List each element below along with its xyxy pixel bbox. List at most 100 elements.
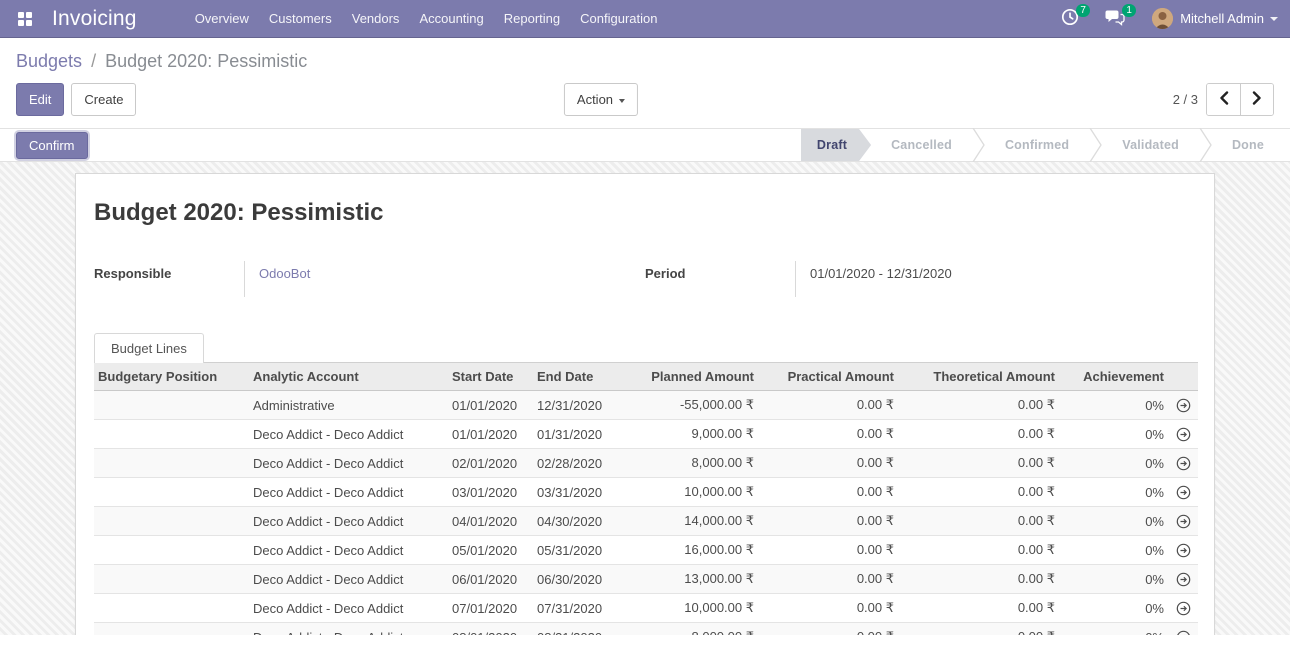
table-row[interactable]: Deco Addict - Deco Addict07/01/202007/31… — [94, 594, 1198, 623]
open-record-arrow-icon[interactable] — [1168, 478, 1198, 507]
cell-budgetary-position — [94, 507, 249, 536]
cell-planned-amount: -55,000.00 ₹ — [618, 391, 758, 420]
open-record-arrow-icon[interactable] — [1168, 623, 1198, 636]
nav-item-overview[interactable]: Overview — [185, 0, 259, 38]
top-navbar: Invoicing OverviewCustomersVendorsAccoun… — [0, 0, 1290, 38]
apps-menu-button[interactable] — [8, 0, 42, 38]
message-count-badge: 1 — [1122, 4, 1136, 17]
tab-budget-lines[interactable]: Budget Lines — [94, 333, 204, 363]
nav-item-reporting[interactable]: Reporting — [494, 0, 570, 38]
status-step-cancelled[interactable]: Cancelled — [871, 129, 972, 161]
cell-theoretical-amount: 0.00 ₹ — [898, 449, 1059, 478]
cell-budgetary-position — [94, 449, 249, 478]
col-header-planned-amount[interactable]: Planned Amount — [618, 363, 758, 391]
nav-item-accounting[interactable]: Accounting — [409, 0, 493, 38]
cell-start-date: 04/01/2020 — [448, 507, 533, 536]
statusbar-steps: DraftCancelled Confirmed Validated Done — [801, 129, 1290, 161]
cell-achievement: 0% — [1059, 449, 1168, 478]
table-row[interactable]: Deco Addict - Deco Addict04/01/202004/30… — [94, 507, 1198, 536]
field-grid: Responsible OdooBot Period 01/01/2020 - … — [94, 261, 1196, 297]
pager-value: 2 / 3 — [1173, 92, 1198, 107]
cell-start-date: 06/01/2020 — [448, 565, 533, 594]
control-panel-buttons: Edit Create Action 2 / 3 — [16, 83, 1274, 116]
col-header-analytic-account[interactable]: Analytic Account — [249, 363, 448, 391]
nav-item-customers[interactable]: Customers — [259, 0, 342, 38]
chevron-down-icon — [619, 99, 625, 103]
cell-planned-amount: 13,000.00 ₹ — [618, 565, 758, 594]
table-row[interactable]: Deco Addict - Deco Addict05/01/202005/31… — [94, 536, 1198, 565]
activities-button[interactable]: 7 — [1048, 0, 1092, 38]
cell-theoretical-amount: 0.00 ₹ — [898, 420, 1059, 449]
responsible-value-link[interactable]: OdooBot — [244, 261, 444, 297]
cell-practical-amount: 0.00 ₹ — [758, 420, 898, 449]
app-brand: Invoicing — [52, 7, 137, 31]
cell-analytic-account: Deco Addict - Deco Addict — [249, 507, 448, 536]
cell-budgetary-position — [94, 478, 249, 507]
edit-button[interactable]: Edit — [16, 83, 64, 116]
table-row[interactable]: Deco Addict - Deco Addict06/01/202006/30… — [94, 565, 1198, 594]
status-step-draft[interactable]: Draft — [801, 129, 871, 161]
col-header-theoretical-amount[interactable]: Theoretical Amount — [898, 363, 1059, 391]
period-value: 01/01/2020 - 12/31/2020 — [795, 261, 995, 297]
pager-next-button[interactable] — [1240, 84, 1273, 115]
record-title: Budget 2020: Pessimistic — [94, 199, 1196, 227]
breadcrumb-budgets-link[interactable]: Budgets — [16, 51, 82, 71]
table-row[interactable]: Deco Addict - Deco Addict02/01/202002/28… — [94, 449, 1198, 478]
col-header-end-date[interactable]: End Date — [533, 363, 618, 391]
cell-achievement: 0% — [1059, 565, 1168, 594]
col-header-achievement[interactable]: Achievement — [1059, 363, 1168, 391]
messages-button[interactable]: 1 — [1092, 0, 1138, 38]
open-record-arrow-icon[interactable] — [1168, 420, 1198, 449]
table-row[interactable]: Deco Addict - Deco Addict01/01/202001/31… — [94, 420, 1198, 449]
open-record-arrow-icon[interactable] — [1168, 391, 1198, 420]
cell-theoretical-amount: 0.00 ₹ — [898, 536, 1059, 565]
statusbar: Confirm DraftCancelled Confirmed Validated… — [0, 128, 1290, 162]
open-record-arrow-icon[interactable] — [1168, 507, 1198, 536]
col-header-start-date[interactable]: Start Date — [448, 363, 533, 391]
user-avatar — [1152, 8, 1173, 29]
cell-budgetary-position — [94, 391, 249, 420]
user-menu[interactable]: Mitchell Admin — [1152, 8, 1278, 29]
table-row[interactable]: Deco Addict - Deco Addict08/01/202008/31… — [94, 623, 1198, 636]
activity-count-badge: 7 — [1076, 4, 1090, 17]
nav-item-configuration[interactable]: Configuration — [570, 0, 667, 38]
cell-analytic-account: Administrative — [249, 391, 448, 420]
user-name: Mitchell Admin — [1180, 11, 1264, 26]
confirm-button[interactable]: Confirm — [16, 132, 88, 159]
cell-theoretical-amount: 0.00 ₹ — [898, 478, 1059, 507]
open-record-arrow-icon[interactable] — [1168, 536, 1198, 565]
cell-analytic-account: Deco Addict - Deco Addict — [249, 565, 448, 594]
pager-previous-button[interactable] — [1207, 84, 1240, 115]
cell-budgetary-position — [94, 536, 249, 565]
table-row[interactable]: Deco Addict - Deco Addict03/01/202003/31… — [94, 478, 1198, 507]
status-step-done[interactable]: Done — [1212, 129, 1284, 161]
cell-planned-amount: 14,000.00 ₹ — [618, 507, 758, 536]
cell-end-date: 08/31/2020 — [533, 623, 618, 636]
col-header-budgetary-position[interactable]: Budgetary Position — [94, 363, 249, 391]
open-record-arrow-icon[interactable] — [1168, 565, 1198, 594]
col-header-icon — [1168, 363, 1198, 391]
cell-achievement: 0% — [1059, 478, 1168, 507]
col-header-practical-amount[interactable]: Practical Amount — [758, 363, 898, 391]
cell-practical-amount: 0.00 ₹ — [758, 623, 898, 636]
budget-lines-table: Budgetary Position Analytic Account Star… — [94, 362, 1198, 635]
action-dropdown-button[interactable]: Action — [564, 83, 638, 116]
cell-planned-amount: 8,000.00 ₹ — [618, 449, 758, 478]
create-button[interactable]: Create — [71, 83, 136, 116]
open-record-arrow-icon[interactable] — [1168, 449, 1198, 478]
step-separator-icon — [1089, 129, 1102, 161]
step-separator-icon — [1199, 129, 1212, 161]
responsible-label: Responsible — [94, 261, 244, 297]
breadcrumb-separator: / — [91, 51, 96, 71]
open-record-arrow-icon[interactable] — [1168, 594, 1198, 623]
cell-end-date: 06/30/2020 — [533, 565, 618, 594]
cell-practical-amount: 0.00 ₹ — [758, 478, 898, 507]
cell-practical-amount: 0.00 ₹ — [758, 507, 898, 536]
cell-practical-amount: 0.00 ₹ — [758, 391, 898, 420]
status-step-confirmed[interactable]: Confirmed — [985, 129, 1089, 161]
cell-start-date: 07/01/2020 — [448, 594, 533, 623]
table-row[interactable]: Administrative01/01/202012/31/2020-55,00… — [94, 391, 1198, 420]
nav-item-vendors[interactable]: Vendors — [342, 0, 410, 38]
status-step-validated[interactable]: Validated — [1102, 129, 1199, 161]
cell-budgetary-position — [94, 565, 249, 594]
